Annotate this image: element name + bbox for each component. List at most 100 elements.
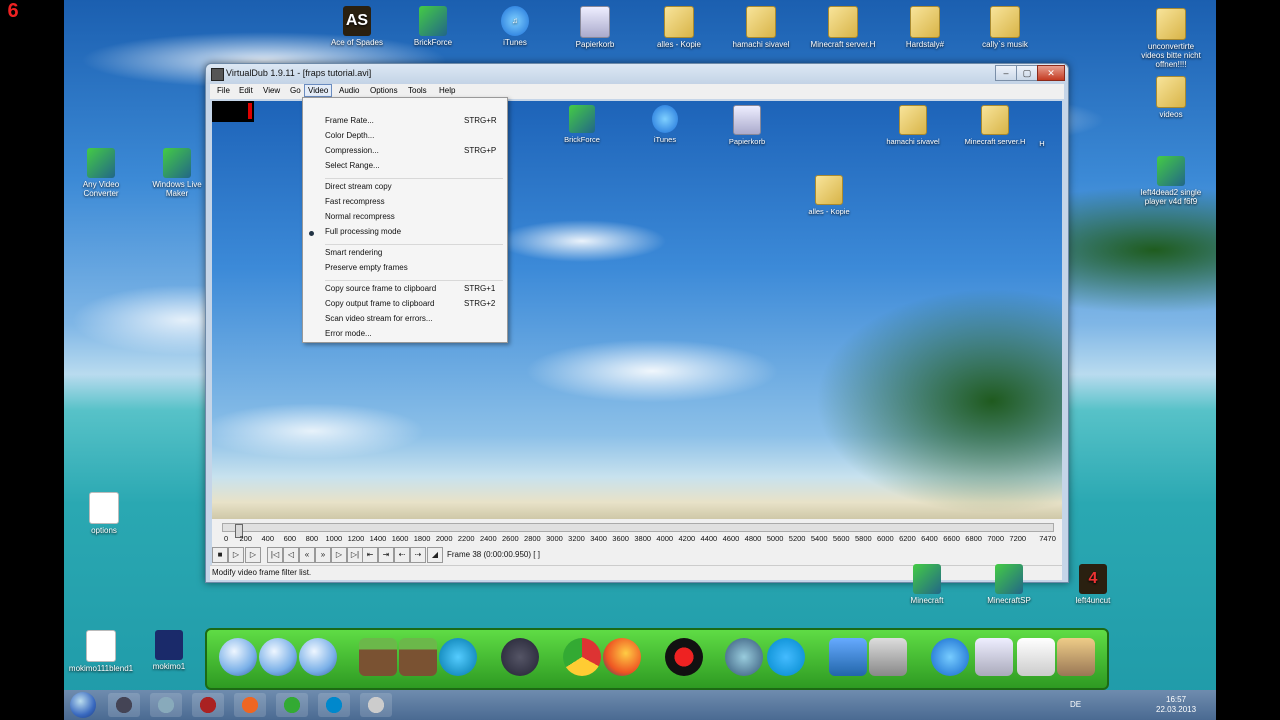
next-icon[interactable]: ▷ — [331, 547, 347, 563]
minecraft-block-icon[interactable] — [399, 638, 437, 676]
menu-file[interactable]: File — [214, 85, 233, 96]
recycle-bin-icon[interactable] — [975, 638, 1013, 676]
desktop-icon[interactable]: left4dead2 single player v4d f6f9 — [1136, 156, 1206, 206]
globe-icon[interactable] — [299, 638, 337, 676]
globe-icon[interactable] — [259, 638, 297, 676]
menu-view[interactable]: View — [260, 85, 283, 96]
desktop-icon[interactable]: Papierkorb — [560, 6, 630, 49]
prev-scene-icon[interactable]: ⇠ — [394, 547, 410, 563]
video-menu-item[interactable]: Full processing mode — [325, 227, 401, 236]
language-indicator[interactable]: DE — [1070, 700, 1081, 709]
recording-indicator: 6 — [0, 0, 26, 24]
video-menu-item[interactable]: Compression... STRG+P — [325, 146, 496, 155]
timeline-tick-label: 3000 — [546, 534, 563, 543]
video-menu-item[interactable]: Frame Rate... STRG+R — [325, 116, 497, 125]
video-menu-item-label: Direct stream copy — [325, 182, 392, 191]
video-menu-item[interactable]: Error mode... — [325, 329, 372, 338]
start-button[interactable] — [70, 692, 96, 718]
photo-app-icon[interactable] — [150, 693, 182, 717]
document-icon[interactable] — [1017, 638, 1055, 676]
position-toolbar: Frame 38 (0:00:00.950) [ ] ■ ▷ ▷ |◁ ◁ «» ▷ ▷| ⇤ ⇥… — [212, 547, 1062, 563]
help-icon[interactable] — [829, 638, 867, 676]
desktop-icon[interactable]: BrickForce — [398, 6, 468, 47]
video-menu-item[interactable]: Direct stream copy — [325, 182, 392, 191]
chrome-icon[interactable] — [563, 638, 601, 676]
desktop-icon[interactable]: Minecraft — [892, 564, 962, 605]
orbs-icon[interactable] — [439, 638, 477, 676]
minimize-button[interactable]: – — [995, 65, 1017, 81]
virtualdub-taskbar-icon[interactable] — [108, 693, 140, 717]
back-icon[interactable]: « — [299, 547, 315, 563]
firefox-icon[interactable] — [603, 638, 641, 676]
start-icon[interactable]: |◁ — [267, 547, 283, 563]
stop-icon[interactable]: ■ — [212, 547, 228, 563]
end-icon[interactable]: ▷| — [347, 547, 363, 563]
next-scene-icon[interactable]: ⇢ — [410, 547, 426, 563]
menu-edit[interactable]: Edit — [236, 85, 256, 96]
skype-icon[interactable] — [767, 638, 805, 676]
desktop-icon[interactable]: hamachi sivavel — [726, 6, 796, 49]
desktop-icon[interactable]: videos — [1136, 76, 1206, 119]
desktop-icon[interactable]: MinecraftSP — [974, 564, 1044, 605]
desktop-icon[interactable]: mokimo1 — [134, 630, 204, 671]
menu-go[interactable]: Go — [287, 85, 304, 96]
preview-desktop-icon: H — [1032, 139, 1052, 148]
prev-icon[interactable]: ◁ — [283, 547, 299, 563]
firefox-taskbar-icon[interactable] — [234, 693, 266, 717]
desktop-icon[interactable]: AS Ace of Spades — [322, 6, 392, 47]
monitor-icon[interactable] — [869, 638, 907, 676]
desktop-icon[interactable]: Windows Live Maker — [142, 148, 212, 198]
video-menu-item[interactable]: Color Depth... — [325, 131, 374, 140]
itunes-icon[interactable] — [931, 638, 969, 676]
video-menu-item[interactable]: Select Range... — [325, 161, 380, 170]
globe-icon[interactable] — [219, 638, 257, 676]
close-button[interactable]: ✕ — [1037, 65, 1065, 81]
desktop-icon[interactable]: Any Video Converter — [66, 148, 136, 198]
video-menu-item[interactable]: Smart rendering — [325, 248, 382, 257]
mark-in-icon[interactable]: ◢ — [427, 547, 443, 563]
play-output-icon[interactable]: ▷ — [245, 547, 261, 563]
video-menu-item-label: Preserve empty frames — [325, 263, 408, 272]
play-input-icon[interactable]: ▷ — [228, 547, 244, 563]
menu-audio[interactable]: Audio — [336, 85, 362, 96]
desktop-icon[interactable]: alles - Kopie — [644, 6, 714, 49]
video-menu-item[interactable]: Fast recompress — [325, 197, 385, 206]
app-taskbar-icon[interactable] — [360, 693, 392, 717]
clock[interactable]: 16:57 22.03.2013 — [1156, 695, 1196, 715]
title-bar[interactable]: VirtualDub 1.9.11 - [fraps tutorial.avi]… — [206, 64, 1068, 84]
desktop-icon[interactable]: 4 left4uncut — [1058, 564, 1128, 605]
menu-tools[interactable]: Tools — [405, 85, 430, 96]
desktop-icon[interactable]: Hardstaly# — [890, 6, 960, 49]
timeline-track[interactable] — [222, 523, 1054, 538]
chrome-taskbar-icon[interactable] — [276, 693, 308, 717]
timeline-tick-label: 6000 — [877, 534, 894, 543]
desktop-icon[interactable]: ♫ iTunes — [480, 6, 550, 47]
app-icon[interactable] — [211, 68, 224, 81]
next-key-icon[interactable]: ⇥ — [378, 547, 394, 563]
video-menu-item[interactable]: Scan video stream for errors... — [325, 314, 433, 323]
desktop-icon[interactable]: mokimo111blend1 — [66, 630, 136, 673]
recycle-bin-icon — [733, 105, 761, 135]
tools-icon[interactable] — [1057, 638, 1095, 676]
record-icon[interactable] — [665, 638, 703, 676]
video-menu-item[interactable]: Copy output frame to clipboard STRG+2 — [325, 299, 495, 308]
video-menu-item[interactable]: Copy source frame to clipboard STRG+1 — [325, 284, 495, 293]
clock-time: 16:57 — [1166, 695, 1187, 704]
menu-video[interactable]: Video — [304, 84, 333, 97]
menu-options[interactable]: Options — [367, 85, 401, 96]
menu-help[interactable]: Help — [436, 85, 458, 96]
forward-icon[interactable]: » — [315, 547, 331, 563]
steam-icon[interactable] — [501, 638, 539, 676]
video-menu-item[interactable]: Normal recompress — [325, 212, 395, 221]
desktop-icon[interactable]: options — [69, 492, 139, 535]
desktop-icon[interactable]: Minecraft server.H — [808, 6, 878, 49]
prev-key-icon[interactable]: ⇤ — [362, 547, 378, 563]
record-app-icon[interactable] — [192, 693, 224, 717]
skype-taskbar-icon[interactable] — [318, 693, 350, 717]
video-menu-item[interactable]: Preserve empty frames — [325, 263, 408, 272]
media-icon[interactable] — [725, 638, 763, 676]
desktop-icon[interactable]: unconvertirte videos bitte nicht offnen!… — [1136, 8, 1206, 69]
maximize-button[interactable]: ▢ — [1016, 65, 1038, 81]
minecraft-block-icon[interactable] — [359, 638, 397, 676]
desktop-icon[interactable]: cally`s musik — [970, 6, 1040, 49]
